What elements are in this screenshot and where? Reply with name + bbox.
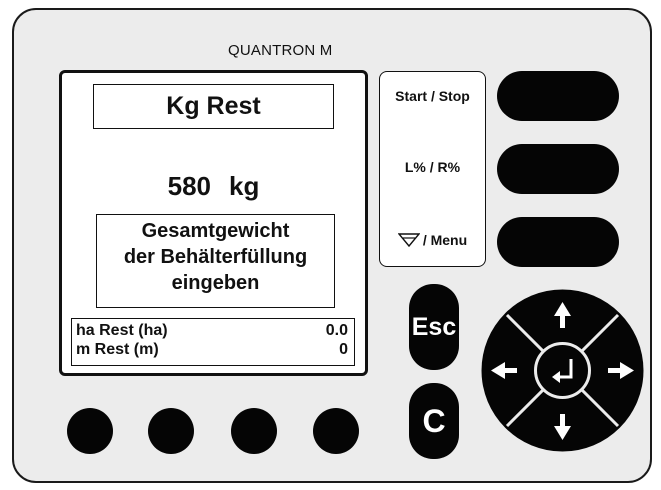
instruction-message: Gesamtgewicht der Behälterfüllung eingeb… [96,214,335,308]
navigation-pad [480,288,645,453]
enter-button [534,342,591,399]
function-button-4[interactable] [313,408,359,454]
function-button-1[interactable] [67,408,113,454]
left-right-percent-button[interactable] [497,144,619,194]
clear-button[interactable]: C [409,383,459,459]
info-row-ha-rest: ha Rest (ha) 0.0 [76,322,348,342]
weight-readout: 580 kg [62,171,365,202]
label-start-stop: Start / Stop [395,88,470,104]
rest-info-box: ha Rest (ha) 0.0 m Rest (m) 0 [71,318,355,366]
function-button-3[interactable] [231,408,277,454]
message-line: eingeben [171,272,260,294]
info-row-m-rest: m Rest (m) 0 [76,341,348,361]
screen-title: Kg Rest [93,84,334,129]
brand-label: QUANTRON M [228,42,333,59]
display-screen: Kg Rest 580 kg Gesamtgewicht der Behälter… [59,70,368,376]
function-button-2[interactable] [148,408,194,454]
menu-button[interactable] [497,217,619,267]
message-line: der Behälterfüllung [123,246,308,268]
label-menu: / Menu [380,232,485,251]
info-value: 0 [339,341,348,358]
info-value: 0.0 [325,322,348,339]
info-label: ha Rest (ha) [76,322,168,339]
label-left-right-percent: L% / R% [404,159,461,175]
weight-unit: kg [229,171,260,201]
info-label: m Rest (m) [76,341,159,358]
start-stop-button[interactable] [497,71,619,121]
softkey-labels-panel: Start / Stop L% / R% / Menu [379,71,486,267]
message-line: Gesamtgewicht [141,220,290,242]
funnel-icon [397,232,421,251]
menu-label-text: / Menu [422,232,468,248]
esc-button[interactable]: Esc [409,284,459,370]
weight-value: 580 [167,171,212,201]
